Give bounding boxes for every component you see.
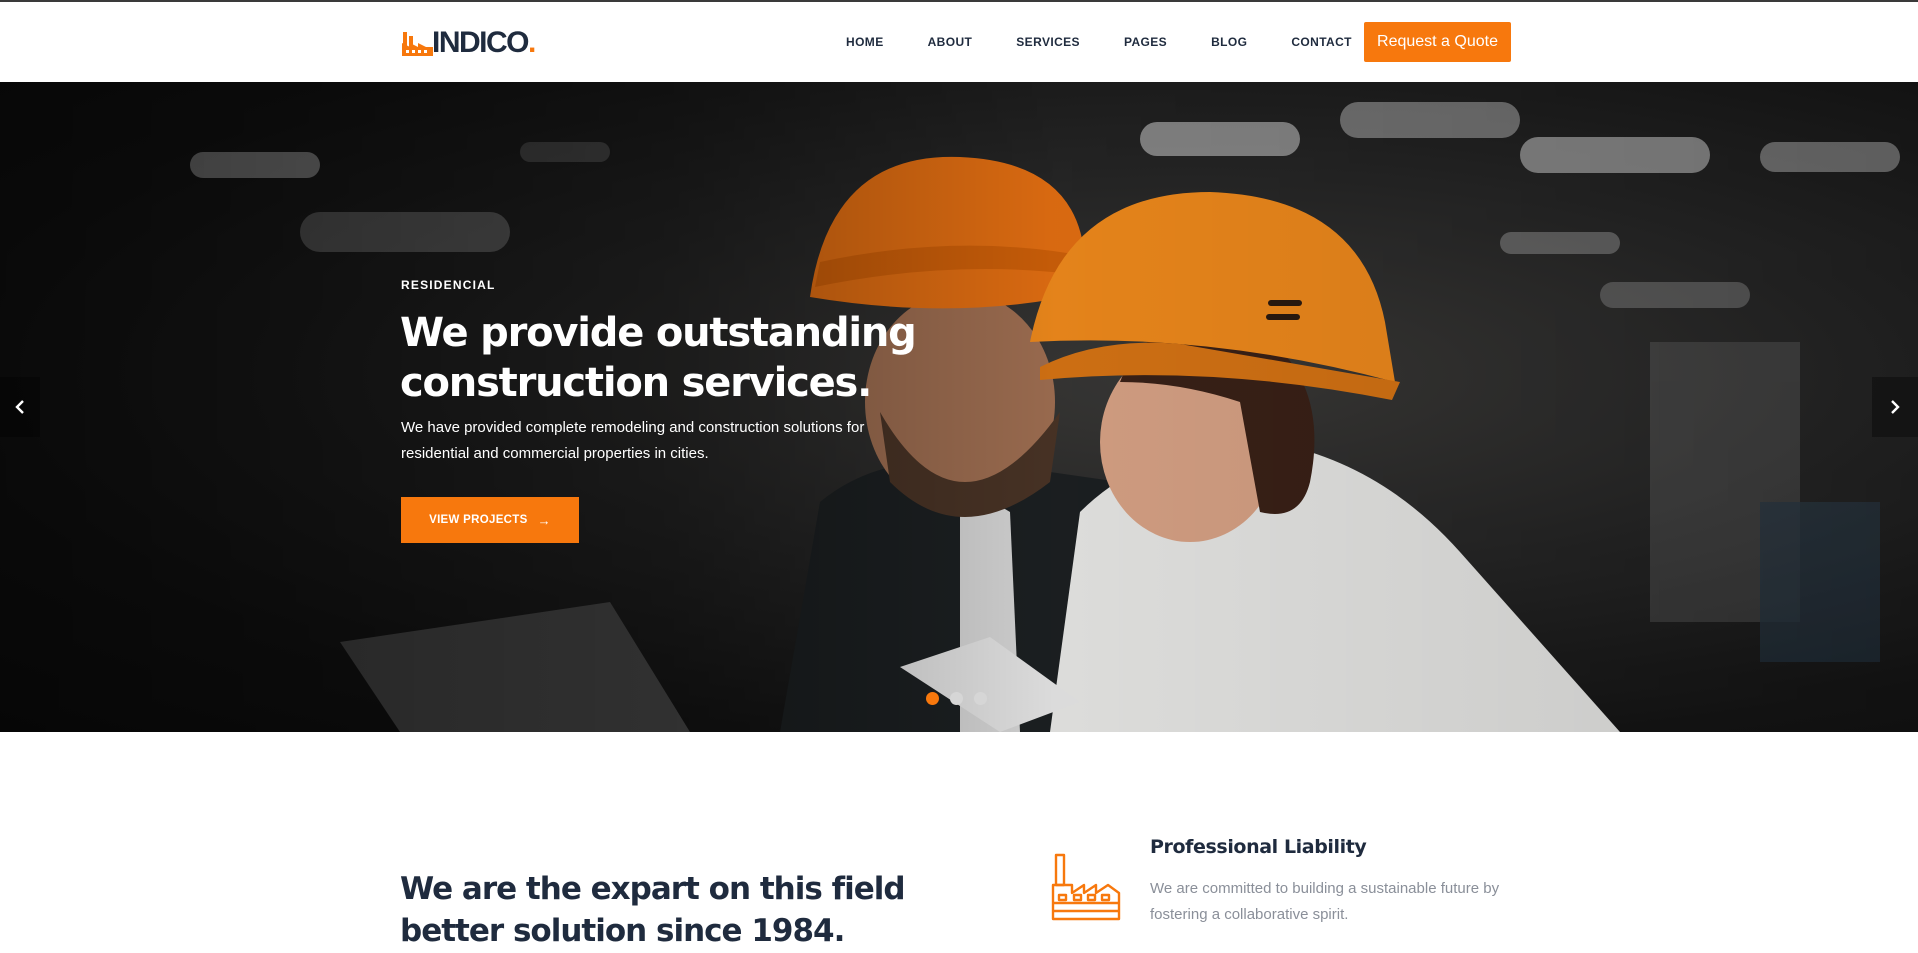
main-nav: HOME ABOUT SERVICES PAGES BLOG CONTACT	[846, 2, 1352, 82]
slider-dot-3[interactable]	[974, 692, 987, 705]
hero-title-line-1: We provide outstanding	[400, 310, 917, 356]
logo[interactable]: INDICO.	[400, 26, 536, 60]
about-title-line-1: We are the expart on this field	[400, 871, 906, 907]
site-header: INDICO. HOME ABOUT SERVICES PAGES BLOG C…	[0, 2, 1918, 82]
nav-blog[interactable]: BLOG	[1211, 35, 1247, 49]
hero-description: We have provided complete remodeling and…	[401, 415, 921, 467]
about-title: We are the expart on this field better s…	[400, 868, 920, 952]
slider-prev-button[interactable]	[0, 377, 40, 437]
nav-home[interactable]: HOME	[846, 35, 884, 49]
hero-title: We provide outstanding construction serv…	[400, 308, 960, 408]
view-projects-label: VIEW PROJECTS	[429, 514, 528, 526]
slider-dot-2[interactable]	[950, 692, 963, 705]
factory-logo-icon	[402, 32, 433, 56]
nav-pages[interactable]: PAGES	[1124, 35, 1167, 49]
hero-eyebrow: RESIDENCIAL	[401, 278, 496, 292]
slider-pagination	[926, 692, 998, 705]
hero-description-line-1: We have provided complete remodeling and…	[401, 419, 865, 436]
feature-description-line-2: fostering a collaborative spirit.	[1150, 906, 1349, 923]
slider-next-button[interactable]	[1872, 377, 1918, 437]
nav-services[interactable]: SERVICES	[1016, 35, 1080, 49]
feature-title: Professional Liability	[1150, 836, 1367, 858]
hero-description-line-2: residential and commercial properties in…	[401, 445, 709, 462]
about-title-line-2: better solution since 1984.	[400, 913, 845, 949]
chevron-right-icon	[1891, 400, 1900, 414]
nav-contact[interactable]: CONTACT	[1291, 35, 1352, 49]
hero-title-line-2: construction services.	[400, 360, 872, 406]
feature-description: We are committed to building a sustainab…	[1150, 876, 1510, 928]
nav-about[interactable]: ABOUT	[928, 35, 973, 49]
slider-dot-1[interactable]	[926, 692, 939, 705]
hero-slider: RESIDENCIAL We provide outstanding const…	[0, 82, 1918, 732]
chevron-left-icon	[15, 400, 24, 414]
view-projects-button[interactable]: VIEW PROJECTS →	[401, 497, 579, 543]
arrow-right-icon: →	[537, 512, 551, 528]
factory-icon	[1051, 853, 1121, 921]
logo-text: INDICO.	[432, 26, 536, 59]
request-quote-button[interactable]: Request a Quote	[1364, 22, 1511, 62]
feature-description-line-1: We are committed to building a sustainab…	[1150, 880, 1500, 897]
